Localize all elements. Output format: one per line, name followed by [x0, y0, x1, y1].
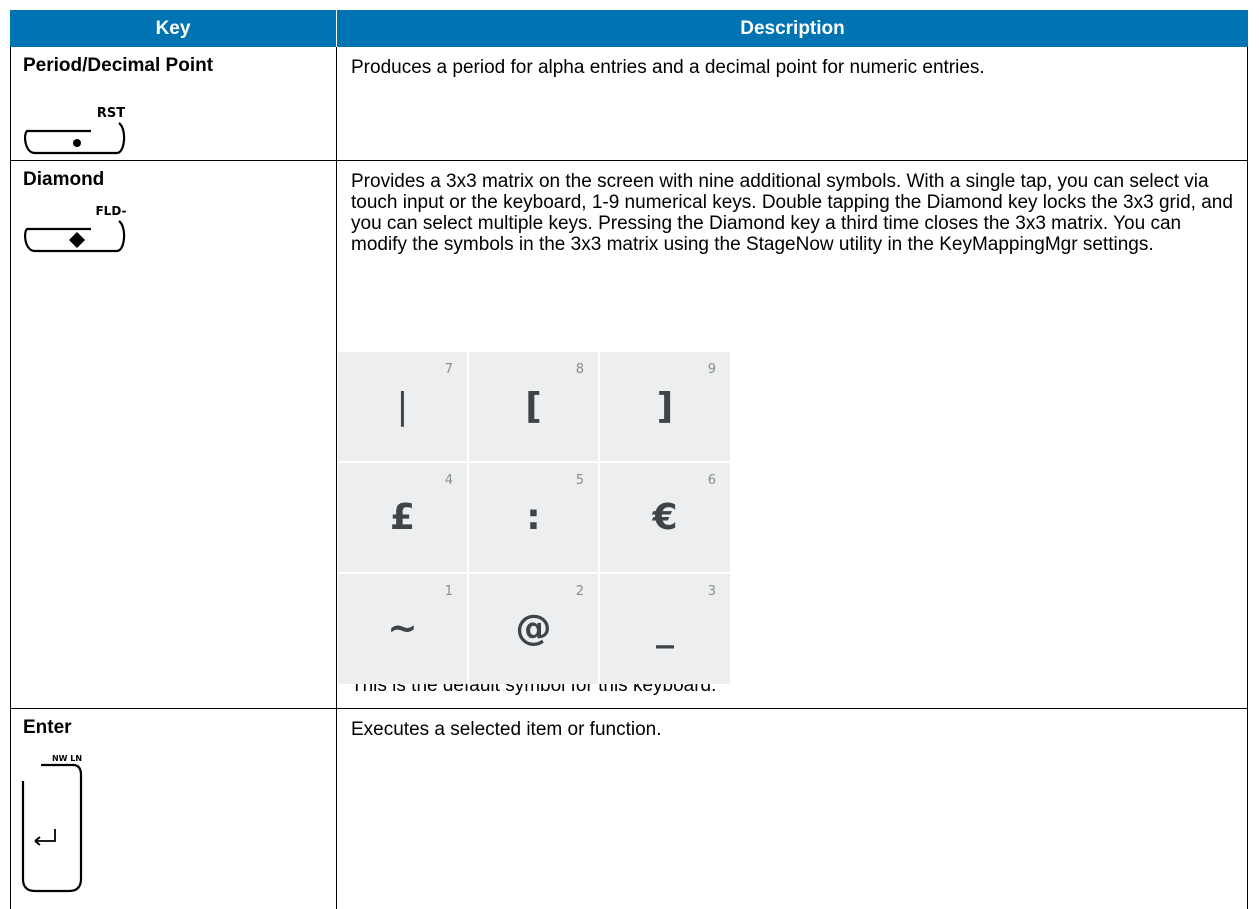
header-key: Key: [10, 10, 337, 47]
matrix-symbol: _: [656, 608, 674, 649]
key-name: Period/Decimal Point: [23, 55, 214, 76]
header-description: Description: [337, 10, 1248, 47]
matrix-cell: 3 _: [600, 574, 730, 684]
symbol-matrix: 7 | 8[ 9] 4 £ 5: 6 € 1 ~ 2 @ 3 _: [338, 352, 730, 684]
matrix-num: 1: [444, 584, 453, 599]
matrix-cell: 6 €: [600, 463, 730, 572]
key-cell: Enter NW LN: [10, 709, 337, 909]
matrix-num: 9: [707, 362, 716, 377]
matrix-symbol: :: [526, 497, 541, 538]
enter-key-icon: NW LN: [21, 754, 83, 893]
matrix-num: 6: [707, 473, 716, 488]
matrix-cell: 7 |: [338, 352, 467, 461]
matrix-symbol: [: [525, 386, 542, 427]
matrix-cell: 8[: [469, 352, 598, 461]
description-text: Provides a 3x3 matrix on the screen with…: [351, 171, 1233, 255]
description-text: Produces a period for alpha entries and …: [351, 57, 985, 78]
matrix-symbol: ]: [656, 386, 674, 427]
matrix-symbol: ~: [387, 608, 418, 649]
matrix-symbol: @: [515, 608, 552, 649]
description-cell: Produces a period for alpha entries and …: [337, 47, 1248, 160]
matrix-cell: 1 ~: [338, 574, 467, 684]
table-header: Key Description: [10, 10, 1248, 47]
description-cell: Executes a selected item or function.: [337, 709, 1248, 909]
matrix-num: 2: [575, 584, 584, 599]
matrix-num: 8: [575, 362, 584, 377]
matrix-symbol: £: [389, 497, 416, 538]
matrix-num: 3: [707, 584, 716, 599]
key-icon-label: NW LN: [52, 754, 82, 763]
key-name: Diamond: [23, 169, 105, 190]
matrix-symbol: |: [396, 386, 409, 427]
matrix-num: 4: [444, 473, 453, 488]
description-text: Executes a selected item or function.: [351, 719, 662, 740]
matrix-cell: 5:: [469, 463, 598, 572]
table-row: Period/Decimal Point RST Produces a peri…: [10, 47, 1248, 161]
matrix-cell: 9]: [600, 352, 730, 461]
table-row: Enter NW LN Executes a selected item or …: [10, 709, 1248, 909]
key-icon-label: RST: [97, 106, 125, 121]
key-cell: Diamond FLD-: [10, 161, 337, 708]
matrix-num: 7: [444, 362, 453, 377]
matrix-symbol: €: [652, 497, 678, 538]
key-cell: Period/Decimal Point RST: [10, 47, 337, 160]
key-icon-label: FLD-: [95, 204, 126, 218]
matrix-cell: 4 £: [338, 463, 467, 572]
matrix-cell: 2 @: [469, 574, 598, 684]
matrix-num: 5: [575, 473, 584, 488]
diamond-key-icon: FLD-: [24, 204, 127, 253]
period-key-icon: RST: [24, 106, 125, 155]
key-name: Enter: [23, 717, 72, 738]
